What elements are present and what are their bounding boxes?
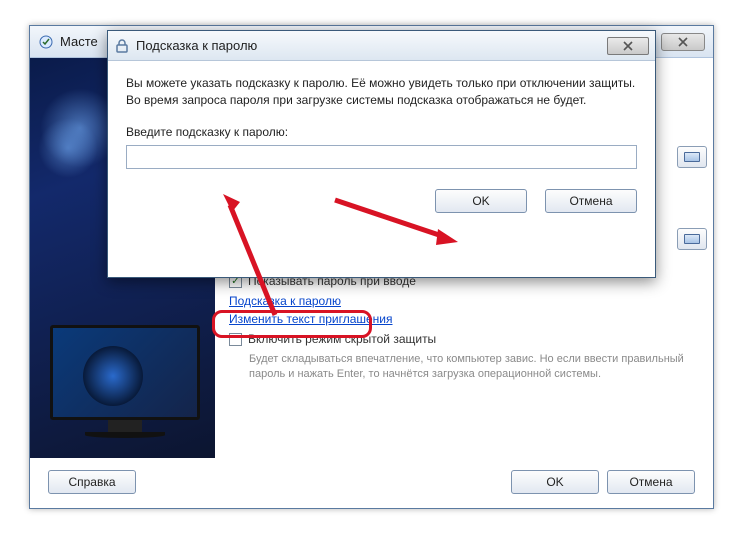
stealth-label: Включить режим скрытой защиты [248,332,436,346]
password-hint-link[interactable]: Подсказка к паролю [229,294,699,308]
main-cancel-button[interactable]: Отмена [607,470,695,494]
hint-input-label: Введите подсказку к паролю: [126,125,637,139]
hint-dialog: Подсказка к паролю Вы можете указать под… [107,30,656,278]
stealth-row: Включить режим скрытой защиты [229,332,699,346]
keyboard-button-1[interactable] [677,146,707,168]
lock-icon [114,38,130,54]
stealth-description: Будет складываться впечатление, что комп… [249,352,699,382]
change-invite-link[interactable]: Изменить текст приглашения [229,312,699,326]
hint-dialog-close-button[interactable] [607,37,649,55]
hint-cancel-button[interactable]: Отмена [545,189,637,213]
hint-dialog-description: Вы можете указать подсказку к паролю. Её… [126,75,637,109]
hint-dialog-title: Подсказка к паролю [136,38,607,53]
help-button[interactable]: Справка [48,470,136,494]
keyboard-icon [684,152,700,162]
main-ok-button[interactable]: OK [511,470,599,494]
main-button-bar: Справка OK Отмена [30,470,713,494]
app-icon [38,34,54,50]
hint-dialog-buttons: OK Отмена [126,189,637,213]
hint-dialog-titlebar: Подсказка к паролю [108,31,655,61]
keyboard-button-2[interactable] [677,228,707,250]
keyboard-icon [684,234,700,244]
hint-dialog-body: Вы можете указать подсказку к паролю. Её… [108,61,655,223]
main-close-button[interactable] [661,33,705,51]
stealth-checkbox[interactable] [229,333,242,346]
hint-input[interactable] [126,145,637,169]
hint-ok-button[interactable]: OK [435,189,527,213]
